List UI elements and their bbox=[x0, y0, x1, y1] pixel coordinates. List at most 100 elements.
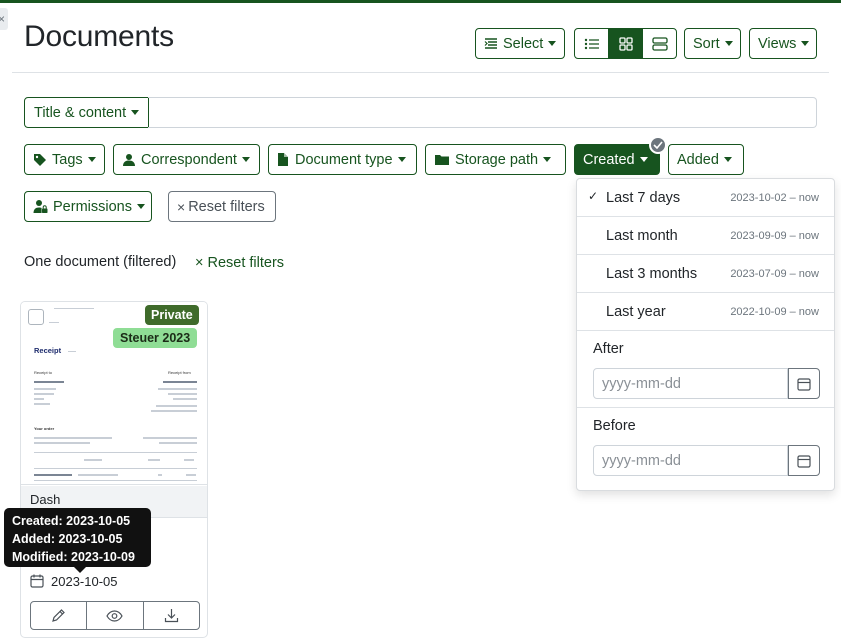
after-label: After bbox=[593, 341, 624, 357]
tooltip-added: Added: 2023-10-05 bbox=[12, 532, 123, 546]
created-option-last-month[interactable]: Last month 2023-09-09 – now bbox=[577, 217, 834, 255]
views-label: Views bbox=[758, 35, 797, 52]
select-button[interactable]: Select bbox=[475, 28, 565, 59]
document-card[interactable]: Receipt Receipt to Receipt from Your ord… bbox=[20, 301, 208, 638]
download-button[interactable] bbox=[144, 602, 199, 629]
tag-icon bbox=[34, 153, 46, 166]
document-type-filter-button[interactable]: Document type bbox=[268, 144, 417, 175]
close-icon: × bbox=[195, 255, 208, 271]
reset-filters-button[interactable]: × Reset filters bbox=[168, 191, 276, 222]
tags-label: Tags bbox=[52, 151, 83, 168]
added-label: Added bbox=[677, 151, 719, 168]
after-date-input[interactable]: yyyy-mm-dd bbox=[593, 368, 788, 399]
thumbnail-heading: Receipt bbox=[34, 346, 62, 355]
person-icon bbox=[123, 153, 135, 166]
top-accent-line bbox=[0, 0, 841, 3]
permissions-filter-button[interactable]: Permissions bbox=[24, 191, 152, 222]
option-range: 2023-07-09 – now bbox=[730, 268, 819, 280]
after-calendar-button[interactable] bbox=[788, 368, 820, 399]
preview-button[interactable] bbox=[87, 602, 144, 629]
option-label: Last 7 days bbox=[606, 190, 681, 206]
option-label: Last 3 months bbox=[606, 266, 698, 282]
tags-filter-button[interactable]: Tags bbox=[24, 144, 105, 175]
document-type-label: Document type bbox=[295, 151, 393, 168]
document-title[interactable]: Dash bbox=[30, 492, 60, 507]
tooltip-arrow bbox=[74, 567, 86, 573]
search-mode-dropdown[interactable]: Title & content bbox=[24, 97, 149, 128]
header-divider bbox=[12, 72, 829, 73]
close-icon[interactable]: × bbox=[0, 8, 8, 30]
page-title: Documents bbox=[24, 20, 174, 53]
view-mode-group bbox=[574, 28, 677, 59]
results-reset-label: Reset filters bbox=[207, 255, 285, 271]
option-label: Last year bbox=[606, 304, 666, 320]
storage-path-filter-button[interactable]: Storage path bbox=[425, 144, 566, 175]
option-range: 2023-10-02 – now bbox=[730, 192, 819, 204]
calendar-icon bbox=[797, 377, 811, 391]
correspondent-filter-button[interactable]: Correspondent bbox=[113, 144, 260, 175]
user-lock-icon bbox=[33, 200, 48, 213]
eye-icon bbox=[106, 609, 124, 622]
results-reset-link[interactable]: × Reset filters bbox=[195, 255, 284, 271]
tag-private[interactable]: Private bbox=[145, 305, 199, 325]
close-icon: × bbox=[177, 198, 186, 215]
active-filter-check-icon bbox=[649, 136, 667, 154]
chevron-down-icon bbox=[241, 157, 250, 162]
views-button[interactable]: Views bbox=[749, 28, 817, 59]
option-label: Last month bbox=[606, 228, 678, 244]
edit-button[interactable] bbox=[31, 602, 88, 629]
pencil-icon bbox=[52, 609, 66, 622]
thumbnail-your-order: Your order bbox=[34, 426, 55, 431]
chevron-down-icon bbox=[548, 41, 557, 46]
chevron-down-icon bbox=[397, 157, 406, 162]
storage-path-label: Storage path bbox=[455, 151, 539, 168]
view-small-cards-button[interactable] bbox=[609, 29, 643, 58]
calendar-icon bbox=[797, 454, 811, 468]
option-range: 2022-10-09 – now bbox=[730, 306, 819, 318]
calendar-icon bbox=[30, 574, 44, 593]
thumbnail-receipt-from: Receipt from bbox=[168, 370, 191, 375]
created-label: Created bbox=[583, 151, 635, 168]
folder-icon bbox=[435, 155, 449, 165]
thumbnail-receipt-to: Receipt to bbox=[34, 370, 53, 375]
chevron-down-icon bbox=[136, 204, 145, 209]
dropdown-divider bbox=[577, 407, 834, 408]
date-tooltip: Created: 2023-10-05 Added: 2023-10-05 Mo… bbox=[4, 508, 151, 573]
permissions-label: Permissions bbox=[53, 198, 132, 215]
results-count: One document (filtered) bbox=[24, 254, 177, 270]
search-mode-label: Title & content bbox=[34, 104, 127, 121]
select-label: Select bbox=[503, 35, 544, 52]
created-dropdown-menu: ✓ Last 7 days 2023-10-02 – now Last mont… bbox=[576, 178, 835, 491]
chevron-down-icon bbox=[131, 110, 140, 115]
document-select-checkbox[interactable] bbox=[28, 309, 44, 325]
sort-button[interactable]: Sort bbox=[684, 28, 741, 59]
after-date-group: yyyy-mm-dd bbox=[593, 368, 820, 399]
before-date-input[interactable]: yyyy-mm-dd bbox=[593, 445, 788, 476]
card-actions bbox=[30, 601, 200, 630]
search-input[interactable] bbox=[148, 97, 817, 128]
before-date-group: yyyy-mm-dd bbox=[593, 445, 820, 476]
file-icon bbox=[278, 153, 288, 166]
reset-filters-label: Reset filters bbox=[188, 198, 265, 215]
chevron-down-icon bbox=[801, 41, 810, 46]
view-table-button[interactable] bbox=[575, 29, 609, 58]
chevron-down-icon bbox=[639, 157, 648, 162]
created-filter-button[interactable]: Created bbox=[574, 144, 660, 175]
created-option-last-7-days[interactable]: ✓ Last 7 days 2023-10-02 – now bbox=[577, 179, 834, 217]
option-range: 2023-09-09 – now bbox=[730, 230, 819, 242]
tooltip-modified: Modified: 2023-10-09 bbox=[12, 550, 135, 564]
sort-label: Sort bbox=[693, 35, 720, 52]
tag-steuer-2023[interactable]: Steuer 2023 bbox=[113, 328, 198, 348]
created-option-last-year[interactable]: Last year 2022-10-09 – now bbox=[577, 293, 834, 331]
view-large-cards-button[interactable] bbox=[643, 29, 676, 58]
created-option-last-3-months[interactable]: Last 3 months 2023-07-09 – now bbox=[577, 255, 834, 293]
before-calendar-button[interactable] bbox=[788, 445, 820, 476]
check-icon: ✓ bbox=[588, 189, 599, 203]
list-icon bbox=[584, 38, 599, 49]
correspondent-label: Correspondent bbox=[141, 151, 237, 168]
large-cards-icon bbox=[651, 36, 668, 51]
document-date[interactable]: 2023-10-05 bbox=[51, 574, 118, 589]
added-filter-button[interactable]: Added bbox=[668, 144, 744, 175]
chevron-down-icon bbox=[723, 157, 732, 162]
grid-icon bbox=[618, 36, 633, 51]
